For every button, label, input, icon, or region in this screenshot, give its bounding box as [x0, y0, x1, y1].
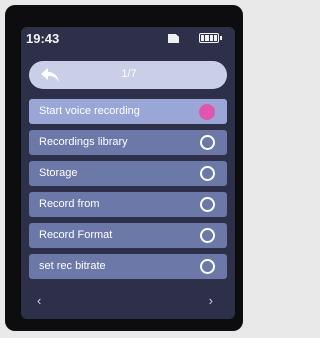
menu-item-label: Start voice recording — [39, 105, 140, 117]
radio-empty-icon — [200, 135, 215, 150]
menu-item-record-from[interactable]: Record from — [29, 192, 227, 217]
menu-item-label: Recordings library — [39, 136, 128, 148]
radio-empty-icon — [200, 228, 215, 243]
menu-item-record-format[interactable]: Record Format — [29, 223, 227, 248]
radio-empty-icon — [200, 197, 215, 212]
header-bar: 1/7 — [29, 61, 227, 89]
sd-card-icon — [168, 34, 179, 43]
menu-item-start-voice-recording[interactable]: Start voice recording — [29, 99, 227, 124]
menu-item-recordings-library[interactable]: Recordings library — [29, 130, 227, 155]
radio-empty-icon — [200, 259, 215, 274]
device-frame: 19:43 1/7 Start voice recording Recordin… — [5, 5, 243, 331]
page-indicator: 1/7 — [121, 68, 137, 80]
clock-time: 19:43 — [26, 31, 60, 46]
back-arrow-icon[interactable] — [39, 66, 61, 84]
menu-item-label: set rec bitrate — [39, 260, 106, 272]
status-bar: 19:43 — [21, 27, 235, 53]
menu-item-label: Storage — [39, 167, 78, 179]
radio-empty-icon — [200, 166, 215, 181]
next-page-icon[interactable]: › — [209, 293, 213, 308]
menu-item-set-rec-bitrate[interactable]: set rec bitrate — [29, 254, 227, 279]
menu-item-storage[interactable]: Storage — [29, 161, 227, 186]
battery-icon — [199, 33, 222, 43]
menu-item-label: Record Format — [39, 229, 113, 241]
radio-selected-icon — [199, 104, 215, 120]
device-screen: 19:43 1/7 Start voice recording Recordin… — [21, 27, 235, 319]
menu-item-label: Record from — [39, 198, 100, 210]
page-nav-bar: ‹ › — [21, 291, 235, 311]
prev-page-icon[interactable]: ‹ — [37, 293, 41, 308]
